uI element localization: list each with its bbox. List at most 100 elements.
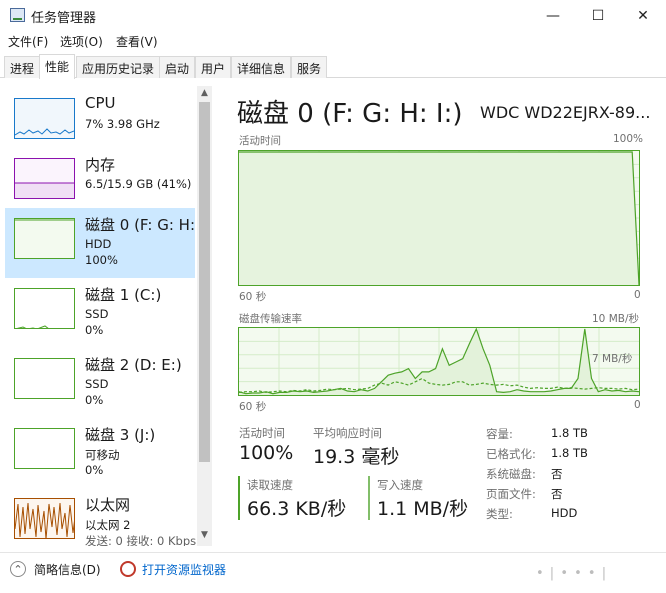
tab-app-history[interactable]: 应用历史记录 (76, 56, 161, 78)
sidebar-item-usage: 0% (85, 393, 104, 407)
minimize-button[interactable]: — (530, 0, 576, 31)
sidebar-item-name: CPU (85, 94, 116, 112)
disk0-thumbnail (14, 218, 75, 259)
active-time-graph-x-start: 60 秒 (239, 291, 267, 303)
type-value: HDD (551, 506, 578, 520)
menu-options[interactable]: 选项(O) (60, 33, 103, 50)
sidebar-item-adapter: 以太网 2 (85, 518, 131, 532)
sidebar-item-usage: 100% (85, 253, 118, 267)
sidebar-item-type: SSD (85, 307, 109, 321)
collapse-icon[interactable]: ⌃ (10, 561, 26, 577)
formatted-value: 1.8 TB (551, 446, 588, 460)
formatted-label: 已格式化: (486, 447, 536, 461)
transfer-rate-plot (239, 328, 639, 395)
scroll-up-arrow-icon[interactable]: ▲ (197, 88, 212, 102)
active-time-graph-x-end: 0 (634, 289, 641, 301)
disk0-mini-graph (15, 219, 74, 221)
active-time-plot (239, 151, 639, 285)
read-speed-value: 66.3 KB/秒 (247, 498, 347, 520)
sidebar-item-name: 磁盘 3 (J:) (85, 426, 156, 444)
transfer-graph-mid-label: 7 MB/秒 (592, 353, 633, 365)
window-title: 任务管理器 (31, 11, 97, 26)
sidebar-item-disk-0[interactable]: 磁盘 0 (F: G: H: HDD 100% (5, 208, 195, 278)
disk-model: WDC WD22EJRX-89... (480, 103, 651, 122)
disk-title: 磁盘 0 (F: G: H: I:) (237, 99, 463, 129)
active-time-series-area (239, 152, 639, 285)
sidebar-item-name: 磁盘 1 (C:) (85, 286, 162, 304)
ethernet-thumbnail (14, 498, 75, 539)
watermark: • | • • • | (536, 566, 608, 581)
tab-details[interactable]: 详细信息 (231, 56, 292, 78)
sidebar-item-usage: 0% (85, 463, 104, 477)
performance-sidebar: CPU 7% 3.98 GHz 内存 6.5/15.9 GB (41%) 磁盘 … (0, 86, 214, 546)
tab-strip: 进程 性能 应用历史记录 启动 用户 详细信息 服务 (0, 54, 666, 79)
menu-bar: 文件(F) 选项(O) 查看(V) (0, 31, 666, 52)
sidebar-item-disk-3[interactable]: 磁盘 3 (J:) 可移动 0% (5, 418, 195, 488)
cpu-mini-graph (15, 128, 74, 136)
menu-view[interactable]: 查看(V) (116, 33, 158, 50)
active-time-graph (238, 150, 640, 286)
disk2-thumbnail (14, 358, 75, 399)
close-button[interactable]: ✕ (620, 0, 666, 31)
system-disk-label: 系统磁盘: (486, 467, 536, 481)
capacity-value: 1.8 TB (551, 426, 588, 440)
tab-performance[interactable]: 性能 (39, 54, 76, 79)
transfer-graph-x-start: 60 秒 (239, 401, 267, 413)
type-label: 类型: (486, 507, 513, 521)
resource-monitor-icon (120, 561, 136, 577)
sidebar-item-type: HDD (85, 237, 112, 251)
open-resource-monitor-link[interactable]: 打开资源监视器 (142, 561, 226, 578)
sidebar-item-ethernet[interactable]: 以太网 以太网 2 发送: 0 接收: 0 Kbps (5, 488, 197, 546)
title-bar[interactable]: 任务管理器 — ☐ ✕ (0, 0, 666, 31)
sidebar-item-type: SSD (85, 377, 109, 391)
sidebar-item-detail: 6.5/15.9 GB (41%) (85, 177, 192, 191)
active-time-graph-label: 活动时间 (239, 135, 281, 147)
sidebar-item-name: 内存 (85, 156, 116, 174)
transfer-graph-x-end: 0 (634, 399, 641, 411)
sidebar-item-type: 可移动 (85, 448, 120, 462)
active-time-graph-max: 100% (613, 133, 644, 145)
capacity-label: 容量: (486, 427, 513, 441)
cpu-thumbnail (14, 98, 75, 139)
system-disk-value: 否 (551, 467, 563, 481)
write-speed-value: 1.1 MB/秒 (377, 498, 469, 520)
sidebar-item-disk-2[interactable]: 磁盘 2 (D: E:) SSD 0% (5, 348, 195, 418)
page-file-value: 否 (551, 487, 563, 501)
tab-users[interactable]: 用户 (195, 56, 232, 78)
scroll-down-arrow-icon[interactable]: ▼ (197, 530, 212, 544)
read-speed-label: 读取速度 (247, 478, 293, 492)
memory-thumbnail (14, 158, 75, 199)
page-file-label: 页面文件: (486, 487, 536, 501)
menu-file[interactable]: 文件(F) (8, 33, 48, 50)
sidebar-item-throughput: 发送: 0 接收: 0 Kbps (85, 534, 197, 546)
avg-response-label: 平均响应时间 (313, 426, 382, 440)
tab-processes[interactable]: 进程 (4, 56, 41, 78)
sidebar-item-name: 以太网 (85, 496, 131, 514)
brief-info-button[interactable]: 简略信息(D) (34, 561, 101, 578)
sidebar-item-usage: 0% (85, 323, 104, 337)
active-time-label: 活动时间 (239, 426, 285, 440)
write-speed-label: 写入速度 (377, 478, 423, 492)
sidebar-item-detail: 7% 3.98 GHz (85, 117, 160, 131)
scrollbar-thumb[interactable] (199, 102, 210, 462)
tab-services[interactable]: 服务 (291, 56, 328, 78)
disk1-thumbnail (14, 288, 75, 329)
transfer-rate-graph (238, 327, 640, 396)
sidebar-scrollbar[interactable]: ▲ ▼ (197, 86, 212, 546)
disk3-thumbnail (14, 428, 75, 469)
sidebar-item-name: 磁盘 2 (D: E:) (85, 356, 182, 374)
memory-mini-graph (15, 182, 74, 198)
disk1-mini-graph (16, 325, 49, 328)
sidebar-item-disk-1[interactable]: 磁盘 1 (C:) SSD 0% (5, 278, 195, 348)
sidebar-item-name: 磁盘 0 (F: G: H: (85, 216, 195, 234)
active-time-value: 100% (239, 442, 294, 464)
read-speed-indicator (238, 476, 240, 520)
ethernet-mini-graph (15, 502, 74, 538)
task-manager-icon (10, 8, 25, 22)
write-speed-indicator (368, 476, 370, 520)
transfer-graph-label: 磁盘传输速率 (239, 313, 302, 325)
avg-response-value: 19.3 毫秒 (313, 446, 400, 468)
tab-startup[interactable]: 启动 (159, 56, 196, 78)
maximize-button[interactable]: ☐ (575, 0, 621, 31)
transfer-graph-max: 10 MB/秒 (592, 313, 639, 325)
